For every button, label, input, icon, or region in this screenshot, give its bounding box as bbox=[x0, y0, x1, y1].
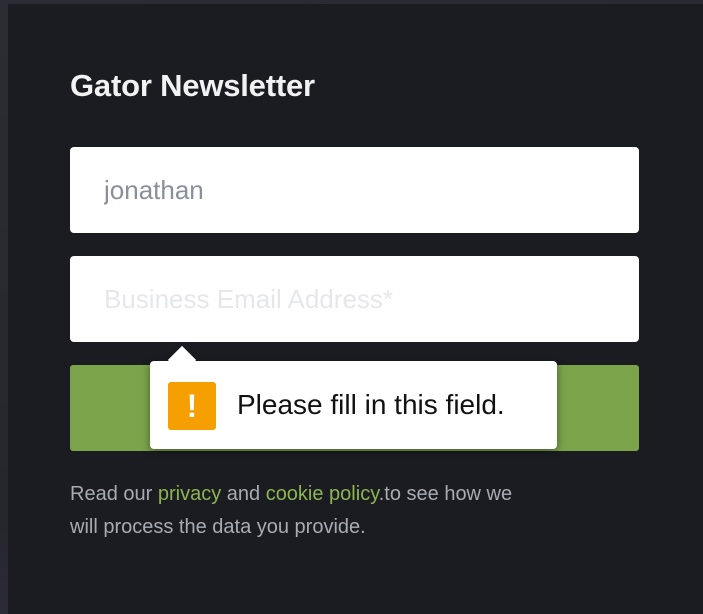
email-input[interactable] bbox=[70, 256, 639, 342]
newsletter-panel: Gator Newsletter ! Please fill in this f… bbox=[8, 4, 703, 614]
cookie-policy-link[interactable]: cookie policy bbox=[266, 483, 379, 505]
window-background: Gator Newsletter ! Please fill in this f… bbox=[0, 0, 703, 614]
name-input[interactable] bbox=[70, 147, 639, 233]
form-title: Gator Newsletter bbox=[70, 68, 315, 103]
privacy-link[interactable]: privacy bbox=[158, 483, 221, 505]
notice-text-and: and bbox=[221, 483, 266, 505]
notice-text-start: Read our bbox=[70, 483, 158, 505]
validation-tooltip: ! Please fill in this field. bbox=[150, 345, 557, 449]
privacy-notice: Read our privacy and cookie policy.to se… bbox=[70, 478, 540, 544]
warning-icon: ! bbox=[168, 382, 216, 430]
validation-message: Please fill in this field. bbox=[237, 389, 505, 420]
